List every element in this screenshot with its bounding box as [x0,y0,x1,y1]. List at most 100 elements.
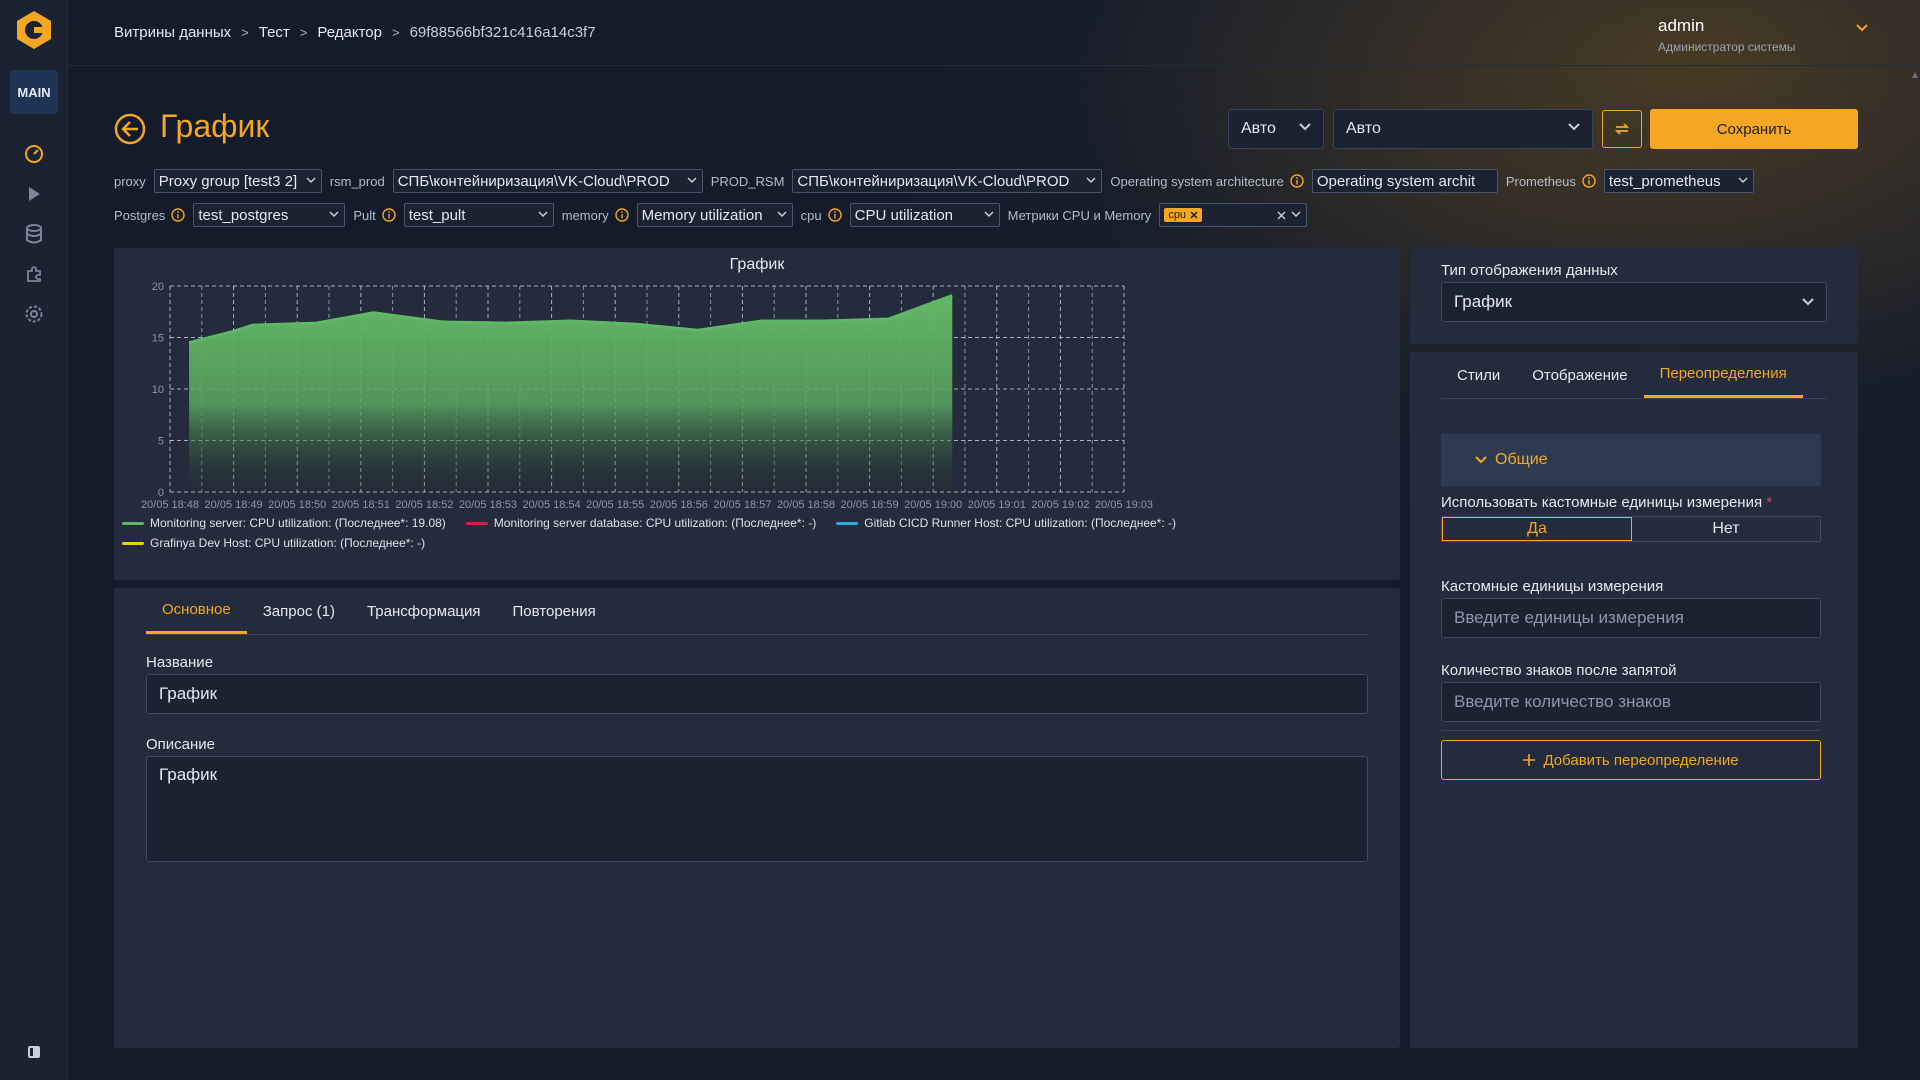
required-mark: * [1766,494,1773,511]
legend-item[interactable]: Monitoring server: CPU utilization: (Пос… [122,516,446,530]
refresh-interval-select[interactable]: Авто [1228,109,1324,149]
chevron-down-icon [1802,298,1814,306]
legend-item[interactable]: Grafinya Dev Host: CPU utilization: (Пос… [122,536,425,550]
var-label-prometheus: Prometheus [1506,174,1596,189]
breadcrumb-item[interactable]: Тест [259,24,290,41]
breadcrumb: Витрины данных > Тест > Редактор > 69f88… [114,24,596,41]
select-value: test_pult [408,206,466,224]
var-select-prometheus[interactable]: test_prometheus [1603,169,1754,193]
x-tick-label: 20/05 18:48 [141,499,199,511]
var-select-cpu[interactable]: CPU utilization [849,203,1000,227]
collapse-sidebar-icon[interactable] [22,1040,46,1064]
close-icon[interactable] [1190,211,1198,219]
page-title: График [160,108,270,144]
select-value: Memory utilization [641,206,763,224]
var-label-os-arch: Operating system architecture [1110,174,1304,189]
back-arrow-icon[interactable] [114,113,146,145]
chart-legend: Monitoring server: CPU utilization: (Пос… [122,516,1392,550]
section-title: Общие [1495,451,1548,468]
metric-chip[interactable]: cpu [1164,208,1203,222]
legend-item[interactable]: Monitoring server database: CPU utilizat… [465,516,816,530]
clear-icon[interactable] [1277,211,1286,220]
tab-styles[interactable]: Стили [1441,352,1516,398]
info-icon[interactable] [1582,174,1596,188]
refresh-button[interactable] [1602,110,1642,148]
units-input[interactable]: Введите единицы измерения [1441,598,1821,638]
var-select-postgres[interactable]: test_postgres [193,203,346,227]
save-button[interactable]: Сохранить [1650,109,1858,149]
user-name: admin [1658,16,1705,35]
tab-query[interactable]: Запрос (1) [247,588,351,634]
tabs-divider [1441,398,1827,399]
page-scrollbar[interactable] [1910,70,1920,1070]
var-input-os-arch[interactable]: Operating system archit [1311,169,1498,193]
chevron-down-icon [1738,177,1748,184]
label-text: cpu [800,207,822,223]
info-icon[interactable] [827,208,842,222]
breadcrumb-item[interactable]: Витрины данных [114,24,231,41]
x-tick-label: 20/05 18:59 [841,499,899,511]
chevron-down-icon [538,211,548,218]
description-textarea[interactable]: График [146,756,1368,862]
name-input[interactable]: График [146,674,1368,714]
x-tick-label: 20/05 19:01 [968,499,1026,511]
var-select-proxy[interactable]: Proxy group [test3 2] [153,169,322,193]
chevron-down-icon [1568,123,1580,131]
description-label: Описание [146,736,216,753]
tab-repeats[interactable]: Повторения [497,588,612,634]
editor-tabs: Основное Запрос (1) Трансформация Повтор… [146,588,612,634]
display-type-select[interactable]: График [1441,282,1827,322]
tab-display[interactable]: Отображение [1516,352,1643,398]
custom-units-toggle[interactable]: Да Нет [1441,516,1821,542]
x-tick-label: 20/05 18:54 [523,499,581,511]
info-icon[interactable] [382,208,396,222]
var-label-metrics: Метрики CPU и Memory [1007,207,1152,223]
chevron-down-icon[interactable] [1856,24,1868,32]
y-tick-label: 15 [152,333,164,345]
user-menu[interactable]: admin Администратор системы [1658,16,1868,54]
database-icon[interactable] [22,222,46,246]
var-select-memory[interactable]: Memory utilization [636,203,793,227]
legend-item[interactable]: Gitlab CICD Runner Host: CPU utilization… [836,516,1176,530]
x-tick-label: 20/05 18:56 [650,499,708,511]
tab-overrides[interactable]: Переопределения [1643,352,1803,398]
info-icon[interactable] [1290,174,1304,188]
breadcrumb-item[interactable]: Редактор [317,24,382,41]
x-tick-label: 20/05 18:50 [268,499,326,511]
time-range-select[interactable]: Авто [1333,109,1593,149]
var-select-pult[interactable]: test_pult [403,203,554,227]
play-icon[interactable] [22,182,46,206]
chevron-down-icon [1475,456,1487,464]
chart-plot[interactable]: 0 5 10 15 20 20/05 18:48 20/05 18:49 20/05 18:5… [114,248,1400,516]
toggle-no[interactable]: Нет [1632,517,1820,541]
dashboard-icon[interactable] [22,142,46,166]
workspace-badge[interactable]: MAIN [10,70,58,114]
button-label: Добавить переопределение [1543,751,1739,769]
info-icon[interactable] [614,208,629,222]
refresh-icon [1614,123,1630,135]
var-select-prod-rsm[interactable]: СПБ\контейниризация\VK-Cloud\PROD [792,169,1103,193]
toggle-yes[interactable]: Да [1442,517,1632,541]
info-icon[interactable] [171,208,186,222]
settings-panel: Стили Отображение Переопределения Общие … [1410,352,1858,1048]
var-multiselect-metrics[interactable]: cpu [1159,203,1308,227]
legend-label: Grafinya Dev Host: CPU utilization: (Пос… [150,536,426,550]
add-override-button[interactable]: Добавить переопределение [1441,740,1821,780]
puzzle-icon[interactable] [22,262,46,286]
x-tick-label: 20/05 18:55 [586,499,644,511]
legend-label: Gitlab CICD Runner Host: CPU utilization… [864,516,1177,530]
var-select-rsm-prod[interactable]: СПБ\контейниризация\VK-Cloud\PROD [392,169,703,193]
decimals-input[interactable]: Введите количество знаков [1441,682,1821,722]
settings-tabs: Стили Отображение Переопределения [1441,352,1803,398]
tab-basic[interactable]: Основное [146,588,247,634]
input-value: Operating system archit [1316,172,1476,190]
tab-transformation[interactable]: Трансформация [351,588,497,634]
chevron-down-icon [306,177,316,184]
app-logo-icon[interactable] [14,10,54,50]
var-label-prod-rsm: PROD_RSM [710,173,785,189]
gear-icon[interactable] [22,302,46,326]
section-general[interactable]: Общие [1441,434,1821,486]
var-label-cpu: cpu [801,208,842,223]
variables-row: Postgres test_postgres Pult test_pult me… [114,203,1308,227]
y-tick-label: 10 [152,384,164,396]
